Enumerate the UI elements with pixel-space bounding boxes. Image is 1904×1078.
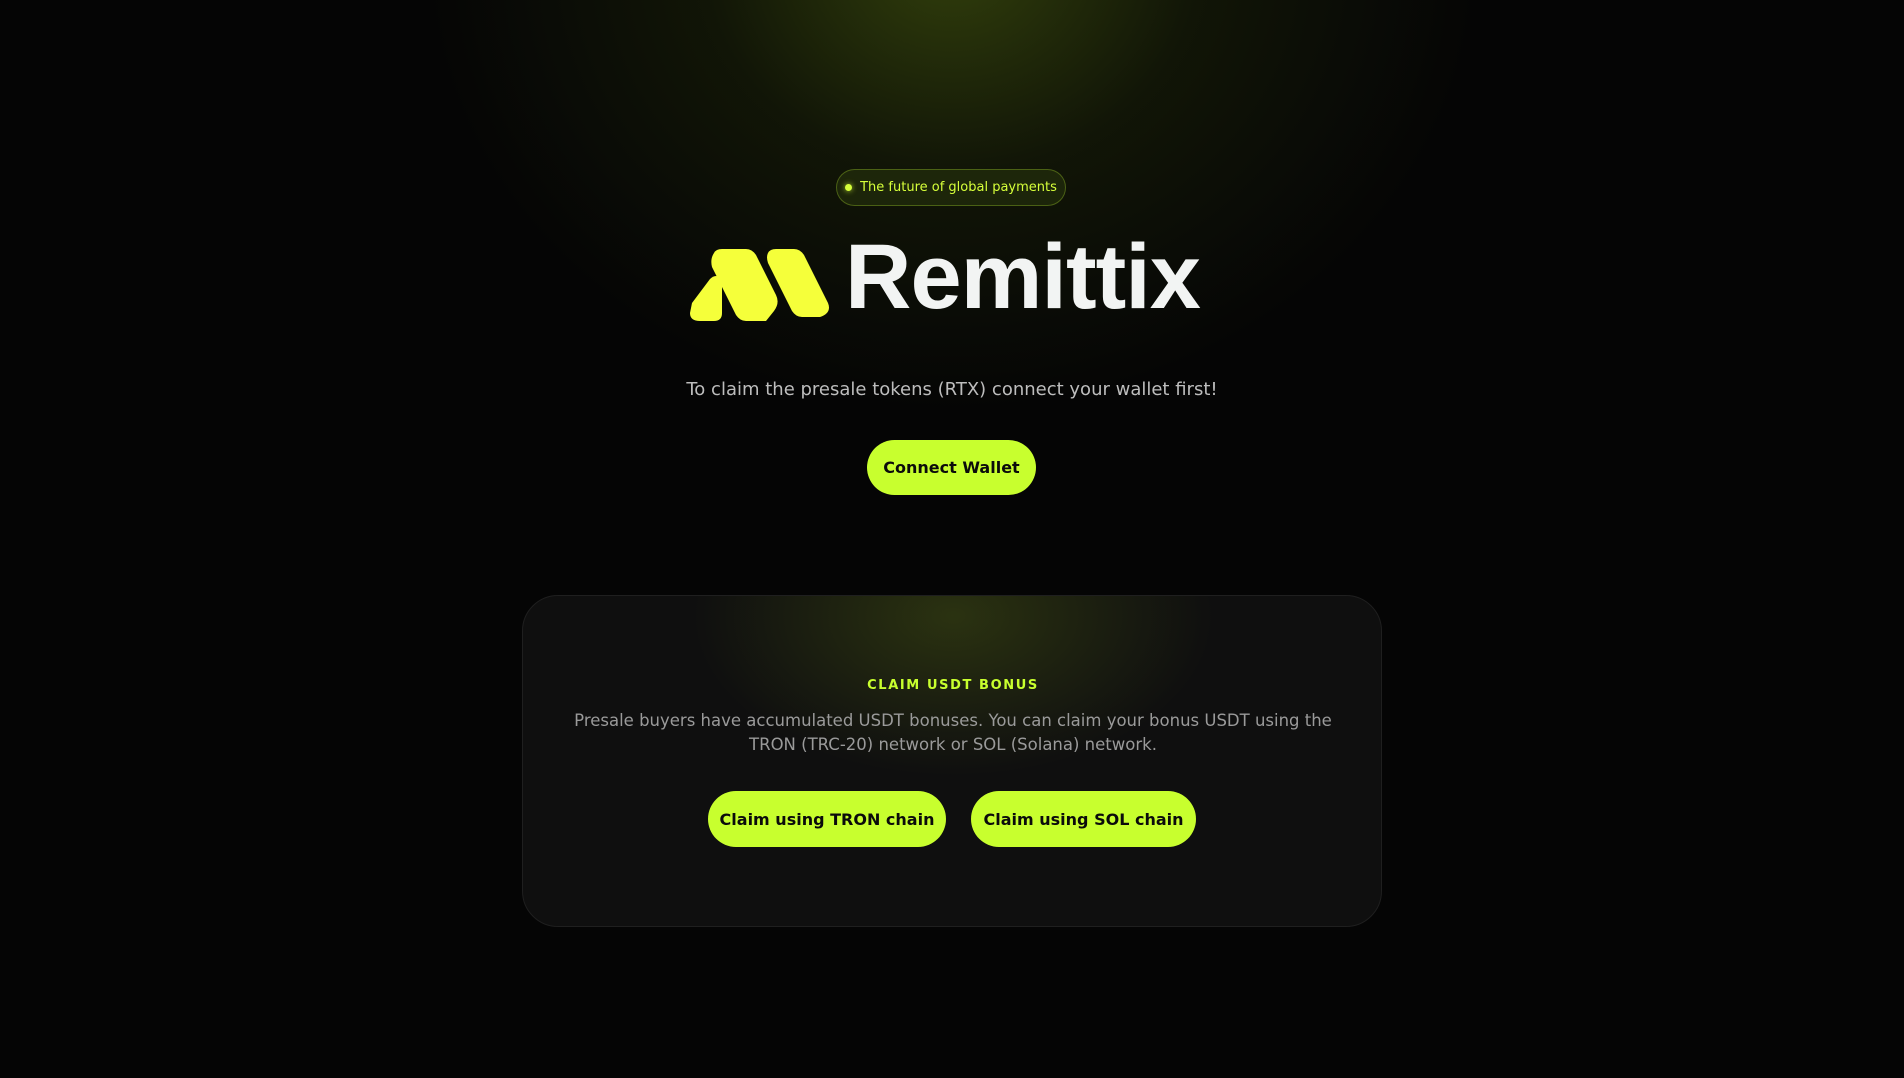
connect-wallet-button[interactable]: Connect Wallet: [867, 440, 1036, 495]
tagline-text: The future of global payments: [860, 180, 1057, 195]
brand-logo: Remittix: [690, 231, 1220, 335]
brand-name: Remittix: [845, 226, 1201, 328]
claim-sol-button[interactable]: Claim using SOL chain: [971, 791, 1196, 847]
card-description: Presale buyers have accumulated USDT bon…: [574, 711, 1332, 754]
claim-tron-button[interactable]: Claim using TRON chain: [708, 791, 946, 847]
status-dot-icon: [845, 184, 853, 191]
remittix-m-mark-icon: [690, 249, 829, 321]
tagline-badge: The future of global payments: [836, 169, 1066, 206]
card-title: CLAIM USDT BONUS: [867, 678, 1039, 693]
claim-bonus-card: CLAIM USDT BONUS Presale buyers have acc…: [522, 595, 1382, 927]
hero-subtitle: To claim the presale tokens (RTX) connec…: [686, 379, 1218, 400]
